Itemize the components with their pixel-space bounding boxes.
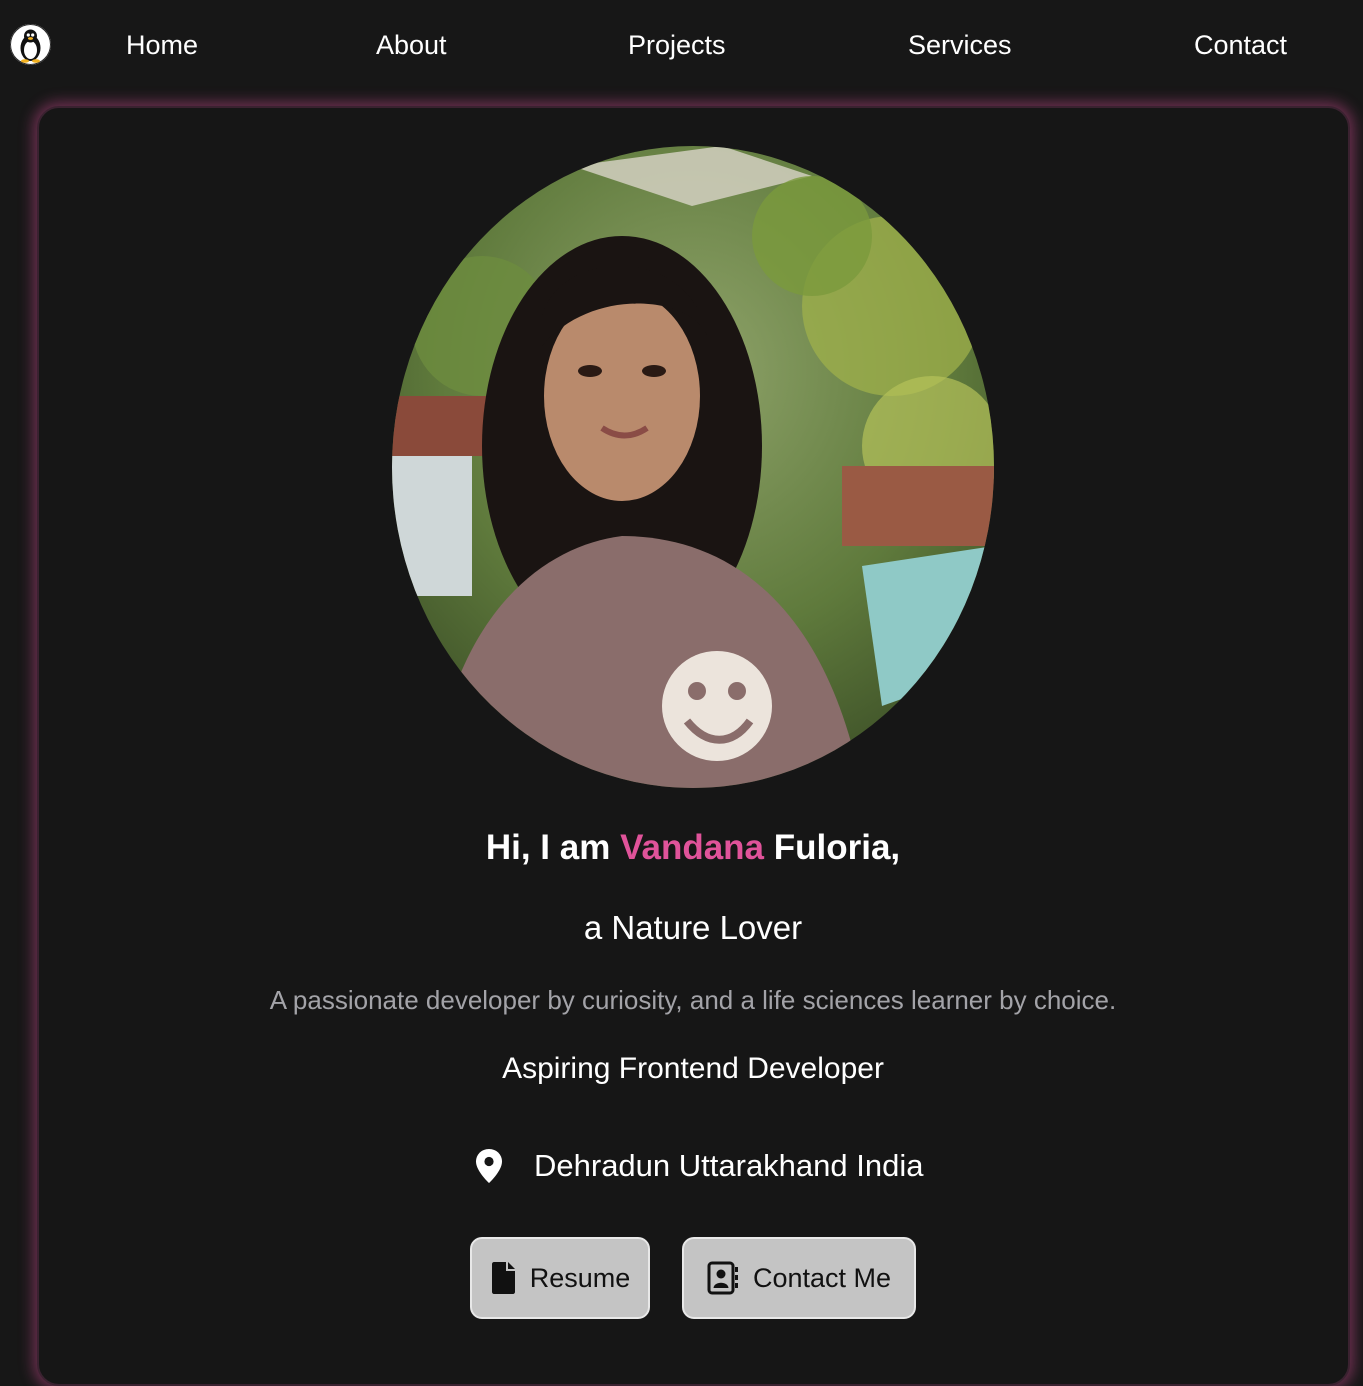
map-pin-icon	[476, 1149, 502, 1183]
location-text: Dehradun Uttarakhand India	[534, 1148, 924, 1183]
hero-description: A passionate developer by curiosity, and…	[269, 985, 1117, 1015]
hero-tagline: a Nature Lover	[583, 909, 803, 946]
contact-me-button[interactable]: Contact Me	[682, 1237, 916, 1319]
contact-me-label: Contact Me	[752, 1262, 892, 1293]
nav-services-link[interactable]: Services	[908, 26, 1012, 64]
linux-penguin-icon[interactable]	[10, 24, 51, 65]
last-name: Fuloria,	[764, 828, 901, 867]
greeting-prefix: Hi, I am	[485, 828, 621, 867]
location: Dehradun Uttarakhand India	[474, 1144, 923, 1188]
resume-button[interactable]: Resume	[470, 1237, 650, 1319]
hero-role: Aspiring Frontend Developer	[502, 1052, 884, 1085]
first-name: Vandana	[620, 828, 765, 867]
nav-about-link[interactable]: About	[376, 26, 447, 64]
file-icon	[491, 1262, 515, 1294]
resume-label: Resume	[529, 1262, 631, 1293]
nav-projects-link[interactable]: Projects	[628, 26, 726, 64]
navbar: Home About Projects Services Contact	[0, 0, 1363, 90]
address-book-icon	[707, 1261, 738, 1295]
profile-photo	[392, 146, 994, 788]
nav-contact-link[interactable]: Contact	[1194, 26, 1287, 64]
nav-home-link[interactable]: Home	[126, 26, 198, 64]
hero-greeting: Hi, I am Vandana Fuloria,	[0, 826, 1363, 870]
